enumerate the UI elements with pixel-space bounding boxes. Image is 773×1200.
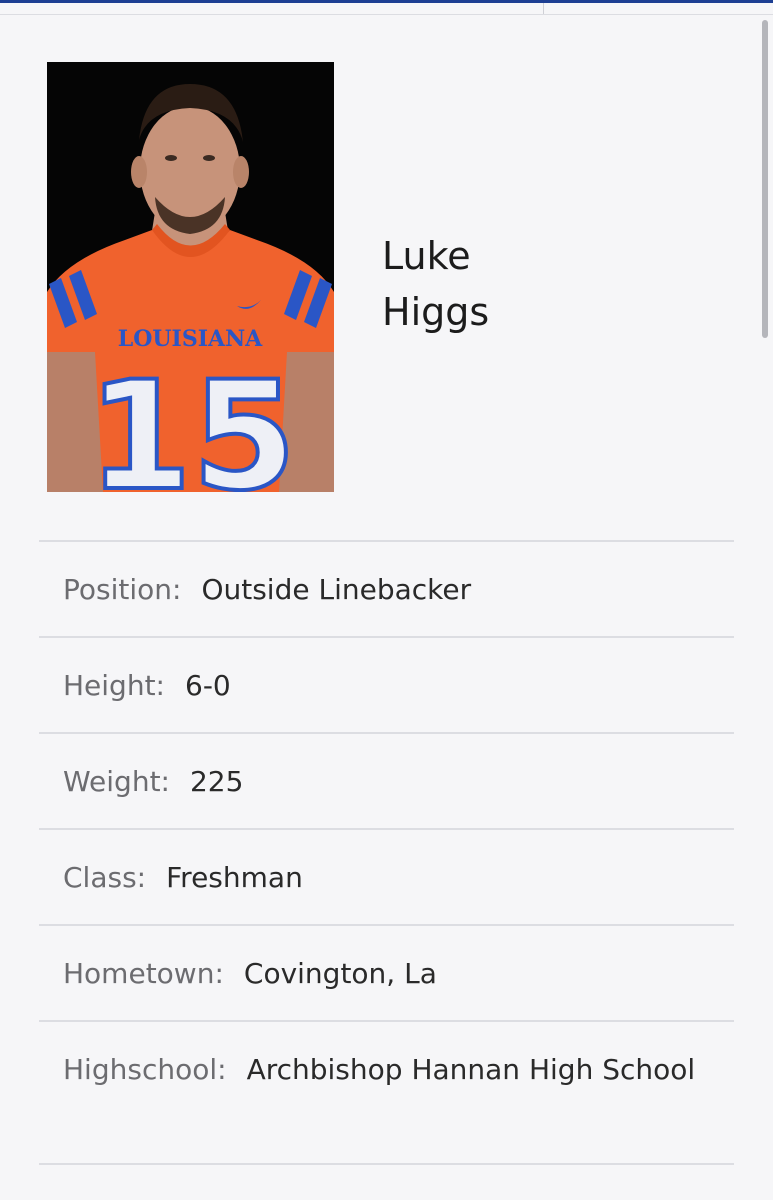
detail-value: Archbishop Hannan High School <box>246 1053 696 1086</box>
detail-value: Outside Linebacker <box>201 573 472 606</box>
detail-label: Position: <box>63 573 182 606</box>
scrollbar-thumb[interactable] <box>762 20 768 338</box>
player-details-list: Position: Outside Linebacker Height: 6-0… <box>39 540 734 1165</box>
detail-row-class: Class: Freshman <box>39 828 734 924</box>
detail-row-highschool: Highschool: Archbishop Hannan High Schoo… <box>39 1020 734 1165</box>
jersey-text: LOUISIANA <box>118 326 263 352</box>
detail-value: 225 <box>189 765 244 798</box>
detail-value: 6-0 <box>185 669 231 702</box>
detail-label: Highschool: <box>63 1053 227 1086</box>
detail-label: Hometown: <box>63 957 224 990</box>
detail-label: Weight: <box>63 765 170 798</box>
detail-row-height: Height: 6-0 <box>39 636 734 732</box>
detail-value: Covington, La <box>243 957 437 990</box>
detail-row-position: Position: Outside Linebacker <box>39 540 734 636</box>
detail-value: Freshman <box>166 861 303 894</box>
top-tab-divider <box>543 3 544 14</box>
detail-label: Class: <box>63 861 147 894</box>
player-first-name: Luke <box>382 234 471 278</box>
player-name: Luke Higgs <box>382 228 489 340</box>
player-photo: LOUISIANA 15 <box>47 62 334 492</box>
jersey-number: 15 <box>88 350 297 492</box>
player-last-name: Higgs <box>382 290 490 334</box>
detail-label: Height: <box>63 669 165 702</box>
detail-row-hometown: Hometown: Covington, La <box>39 924 734 1020</box>
top-tab-strip <box>0 3 773 15</box>
detail-row-weight: Weight: 225 <box>39 732 734 828</box>
